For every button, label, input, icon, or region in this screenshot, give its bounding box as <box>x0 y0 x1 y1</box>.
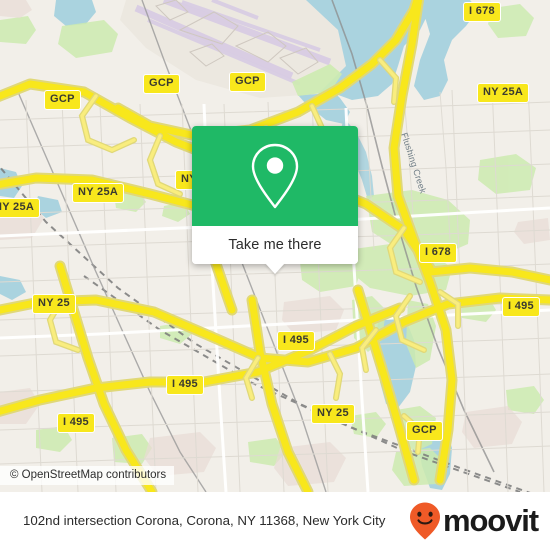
location-popup-card[interactable]: Take me there <box>192 126 358 274</box>
road-shield: GCP <box>406 421 443 441</box>
road-shield: NY 25A <box>72 183 125 203</box>
road-shield: I 678 <box>419 243 457 263</box>
moovit-smiley-pin-icon <box>409 502 440 540</box>
road-shield: NY 25A <box>0 198 41 218</box>
map-pin-icon <box>251 143 299 209</box>
road-shield: I 495 <box>277 331 315 351</box>
popup-header <box>192 126 358 226</box>
map-screenshot: GCPGCPGCPI 678NY 25ANY 25ANY 25ANY 1I 67… <box>0 0 550 550</box>
road-shield: GCP <box>44 90 81 110</box>
popup-body: Take me there <box>192 226 358 274</box>
moovit-logo[interactable]: moovit <box>408 501 550 541</box>
road-shield: I 495 <box>502 297 540 317</box>
road-shield: I 495 <box>166 375 204 395</box>
road-shield: NY 25 <box>32 294 76 314</box>
road-shield: GCP <box>229 72 266 92</box>
road-shield: I 678 <box>463 2 501 22</box>
road-shield: I 495 <box>57 413 95 433</box>
take-me-there-button[interactable]: Take me there <box>228 237 321 253</box>
footer-bar: 102nd intersection Corona, Corona, NY 11… <box>0 492 550 550</box>
osm-attribution[interactable]: © OpenStreetMap contributors <box>0 466 175 485</box>
popup-pointer-tail <box>265 263 285 274</box>
moovit-wordmark: moovit <box>442 503 539 538</box>
address-label: 102nd intersection Corona, Corona, NY 11… <box>23 513 386 528</box>
road-shield: GCP <box>143 74 180 94</box>
road-shield: NY 25A <box>477 83 530 103</box>
road-shield: NY 25 <box>311 404 355 424</box>
